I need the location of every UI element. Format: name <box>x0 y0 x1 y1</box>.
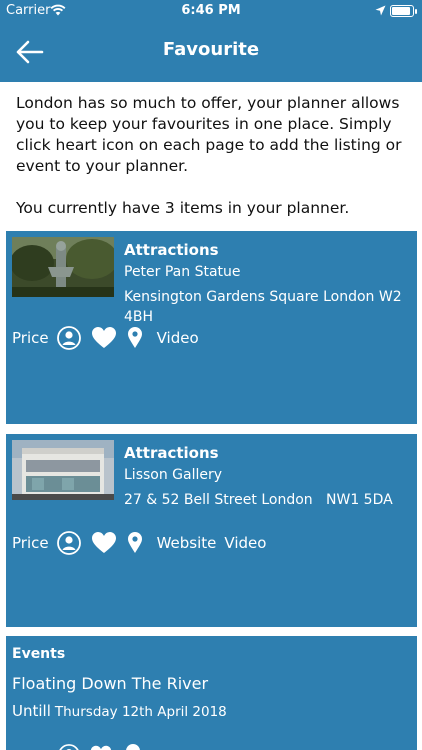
intro-paragraph: London has so much to offer, your planne… <box>16 94 402 175</box>
price-link[interactable]: Price <box>12 534 49 552</box>
event-date-value: Thursday 12th April 2018 <box>54 704 227 720</box>
person-icon[interactable] <box>56 326 81 350</box>
page-title: Favourite <box>162 39 260 60</box>
listing-category: Attractions <box>124 241 219 259</box>
listing-thumbnail <box>12 440 114 500</box>
clock: 6:46 PM <box>181 3 241 18</box>
listing-actions: Price Video <box>12 325 207 351</box>
event-actions <box>58 744 144 750</box>
person-icon[interactable] <box>56 531 81 555</box>
favourite-card[interactable]: Events Floating Down The River Untill Thu… <box>6 636 417 750</box>
event-name: Floating Down The River <box>12 674 209 693</box>
until-label: Untill <box>12 702 51 720</box>
listing-category: Attractions <box>124 444 219 462</box>
price-link[interactable]: Price <box>12 329 49 347</box>
intro-text: London has so much to offer, your planne… <box>16 93 412 219</box>
heart-icon[interactable] <box>90 744 112 750</box>
heart-icon[interactable] <box>91 326 117 350</box>
event-date: Untill Thursday 12th April 2018 <box>12 702 227 720</box>
status-bar: Carrier 6:46 PM <box>0 0 422 22</box>
map-pin-icon[interactable] <box>122 744 144 750</box>
map-pin-icon[interactable] <box>127 326 143 350</box>
listing-address: 27 & 52 Bell Street London NW1 5DA <box>124 492 393 508</box>
listing-thumbnail <box>12 237 114 297</box>
video-link[interactable]: Video <box>157 329 199 347</box>
heart-icon[interactable] <box>91 531 117 555</box>
nav-bar: Favourite <box>0 22 422 82</box>
location-arrow-icon <box>375 5 386 16</box>
favourite-card[interactable]: Attractions Peter Pan Statue Kensington … <box>6 231 417 424</box>
listing-actions: Price Website Video <box>12 530 274 556</box>
event-category: Events <box>12 646 66 662</box>
video-link[interactable]: Video <box>224 534 266 552</box>
map-pin-icon[interactable] <box>127 531 143 555</box>
planner-count-text: You currently have 3 items in your plann… <box>16 199 350 217</box>
listing-name: Lisson Gallery <box>124 467 223 483</box>
favourite-card[interactable]: Attractions Lisson Gallery 27 & 52 Bell … <box>6 434 417 627</box>
listing-address: Kensington Gardens Square London W2 4BH <box>124 289 402 325</box>
website-link[interactable]: Website <box>157 534 217 552</box>
listing-name: Peter Pan Statue <box>124 264 241 280</box>
person-icon[interactable] <box>58 744 80 750</box>
battery-icon <box>390 5 417 17</box>
